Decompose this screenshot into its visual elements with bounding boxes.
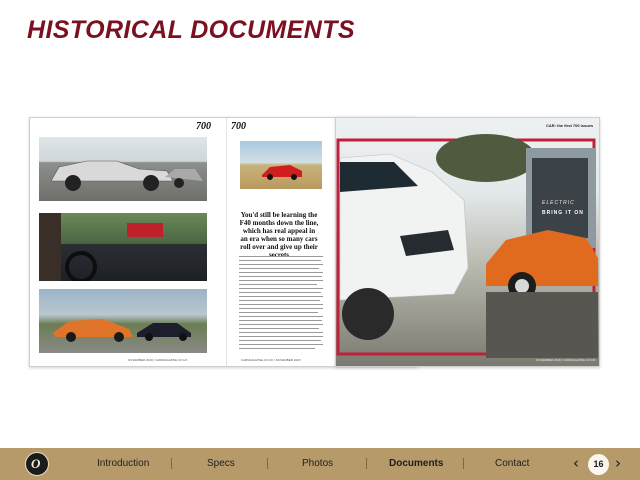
logo-700-article: 700 [231,121,246,132]
photo-bmw-m3 [39,137,207,201]
nav-divider [171,458,172,469]
nav-divider [366,458,367,469]
photo-ferrari-f40 [240,141,322,189]
photo-cockpit [39,213,207,281]
brand-logo-icon[interactable]: O [25,452,49,476]
logo-700: 700 [196,121,211,132]
folio-left: NOVEMBER 2020 | CARMAGAZINE.CO.UK [128,358,188,362]
chevron-left-icon[interactable]: ‹ [573,455,579,471]
photo-porsche-taycan-and-911: CAR: the first 700 issues ELECTRIC BRING… [336,118,599,366]
nav-item-photos[interactable]: Photos [302,458,333,469]
feature-illustration [336,134,598,358]
folio-right: CARMAGAZINE.CO.UK | NOVEMBER 2020 [241,358,301,362]
photo-porsches [39,289,207,353]
bottom-nav-bar: O Introduction Specs Photos Documents Co… [0,448,640,480]
porsches-illustration [53,319,191,342]
nav-item-specs[interactable]: Specs [207,458,235,469]
feature-title-line2: BRING IT ON [542,210,584,216]
page-number-badge: 16 [588,454,609,475]
chevron-right-icon[interactable]: › [615,455,621,471]
f40-illustration [262,165,302,180]
nav-item-documents[interactable]: Documents [389,458,443,469]
article-body [239,256,323,360]
car-illustration [50,160,203,191]
feature-title-line1: ELECTRIC [542,200,575,206]
magazine-spread-right: CAR: the first 700 issues ELECTRIC BRING… [335,117,600,367]
cockpit-illustration [39,213,163,281]
nav-divider [267,458,268,469]
page-title: HISTORICAL DOCUMENTS [27,16,355,44]
nav-item-contact[interactable]: Contact [495,458,529,469]
nav-divider [463,458,464,469]
magazine-page-photos: 700 NOVEMBER 2020 | CARMAGAZINE.CO.UK [30,118,223,366]
folio-feature: NOVEMBER 2020 | CARMAGAZINE.CO.UK [536,358,596,362]
article-headline: You'd still be learning the F40 months d… [239,211,319,259]
feature-header: CAR: the first 700 issues [546,123,594,128]
nav-item-introduction[interactable]: Introduction [97,458,149,469]
